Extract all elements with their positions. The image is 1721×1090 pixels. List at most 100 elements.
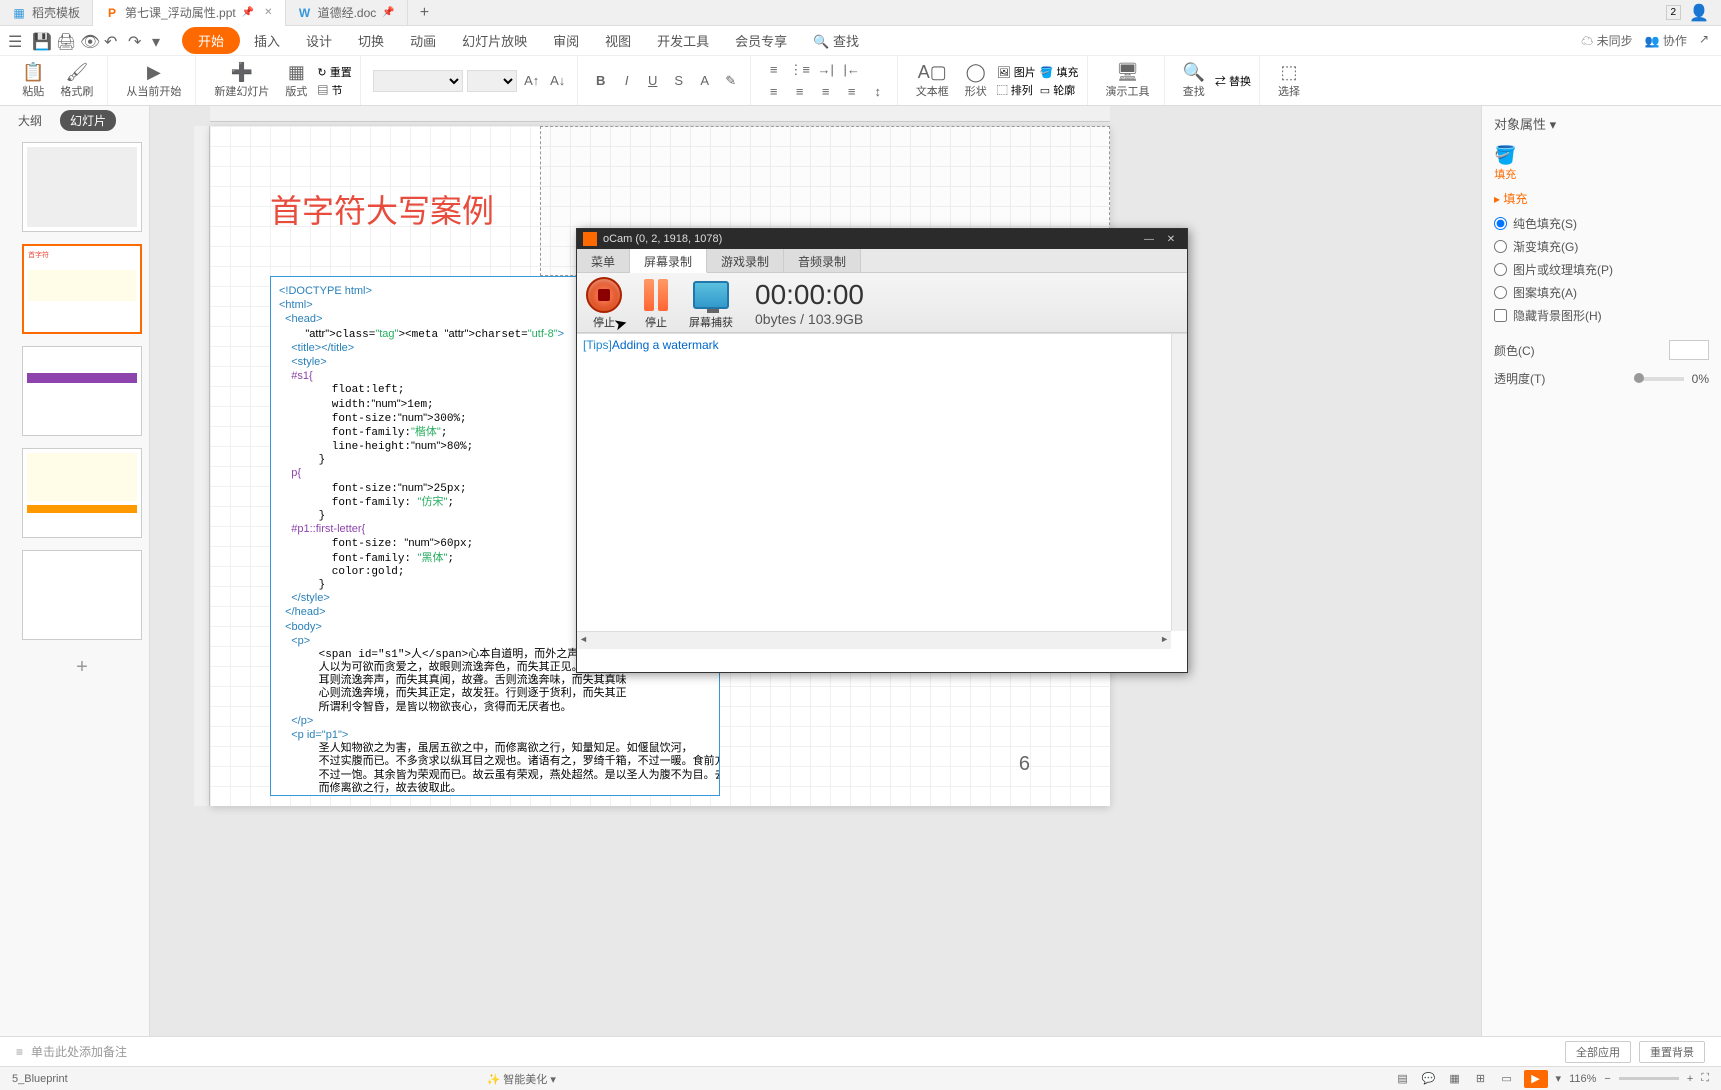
user-avatar-icon[interactable]: 👤 xyxy=(1689,3,1709,23)
indent-icon[interactable]: →| xyxy=(815,60,837,80)
sync-status[interactable]: ☁ 未同步 xyxy=(1581,32,1632,49)
pin-icon[interactable]: 📌 xyxy=(382,7,394,18)
undo-icon[interactable]: ↶ xyxy=(104,32,122,50)
slide-title[interactable]: 首字符大写案例 xyxy=(270,186,494,232)
new-slide-button[interactable]: ➕新建幻灯片 xyxy=(208,60,275,101)
outline-tab-slides[interactable]: 幻灯片 xyxy=(60,110,116,131)
bullet-list-icon[interactable]: ≡ xyxy=(763,60,785,80)
highlight-icon[interactable]: ✎ xyxy=(720,71,742,91)
ribbon-tab-slideshow[interactable]: 幻灯片放映 xyxy=(450,27,539,54)
fill-gradient-radio[interactable]: 渐变填充(G) xyxy=(1494,238,1709,255)
ocam-tab-game[interactable]: 游戏录制 xyxy=(707,249,784,272)
minimize-icon[interactable]: — xyxy=(1139,231,1159,247)
ocam-tab-menu[interactable]: 菜单 xyxy=(577,249,630,272)
fill-solid-radio[interactable]: 纯色填充(S) xyxy=(1494,215,1709,232)
ribbon-tab-start[interactable]: 开始 xyxy=(182,27,240,54)
outline-button[interactable]: ▭ 轮廓 xyxy=(1040,82,1075,98)
status-blueprint[interactable]: 5_Blueprint xyxy=(12,1073,68,1085)
ribbon-tab-insert[interactable]: 插入 xyxy=(242,27,292,54)
notes-toggle-icon[interactable]: ▤ xyxy=(1394,1070,1412,1088)
ocam-tab-audio[interactable]: 音频录制 xyxy=(784,249,861,272)
zoom-slider[interactable] xyxy=(1619,1077,1679,1080)
line-spacing-icon[interactable]: ↕ xyxy=(867,82,889,102)
ocam-tips-link[interactable]: Adding a watermark xyxy=(612,338,719,352)
close-icon[interactable]: ✕ xyxy=(264,7,272,18)
replace-button[interactable]: ⇄ 替换 xyxy=(1215,73,1251,89)
play-from-current-button[interactable]: ▶从当前开始 xyxy=(120,60,187,101)
slideshow-button[interactable]: ▶ xyxy=(1524,1070,1548,1088)
ocam-capture-button[interactable]: 屏幕捕获 xyxy=(689,276,733,330)
tab-daoke-template[interactable]: ▦ 稻壳模板 xyxy=(0,0,93,26)
zoom-in-icon[interactable]: + xyxy=(1687,1073,1693,1085)
number-list-icon[interactable]: ⋮≡ xyxy=(789,60,811,80)
strikethrough-icon[interactable]: S xyxy=(668,71,690,91)
slide-thumbnail[interactable] xyxy=(22,448,142,538)
badge-count[interactable]: 2 xyxy=(1666,5,1682,20)
font-size-select[interactable] xyxy=(467,70,517,92)
fill-section-header[interactable]: ▸ 填充 xyxy=(1494,190,1709,207)
reset-bg-button[interactable]: 重置背景 xyxy=(1639,1041,1705,1063)
ribbon-tab-view[interactable]: 视图 xyxy=(593,27,643,54)
menu-icon[interactable]: ☰ xyxy=(8,32,26,50)
redo-icon[interactable]: ↷ xyxy=(128,32,146,50)
italic-icon[interactable]: I xyxy=(616,71,638,91)
fit-window-icon[interactable]: ⛶ xyxy=(1701,1072,1709,1085)
justify-icon[interactable]: ≡ xyxy=(841,82,863,102)
slide-thumbnail[interactable]: 首字符 xyxy=(22,244,142,334)
fill-button[interactable]: 🪣 填充 xyxy=(1040,64,1079,80)
comments-icon[interactable]: 💬 xyxy=(1420,1070,1438,1088)
notes-bar[interactable]: ≡ 单击此处添加备注 全部应用 重置背景 xyxy=(0,1036,1721,1066)
ribbon-tab-animation[interactable]: 动画 xyxy=(398,27,448,54)
close-icon[interactable]: ✕ xyxy=(1161,231,1181,247)
ocam-titlebar[interactable]: oCam (0, 2, 1918, 1078) — ✕ xyxy=(577,229,1187,249)
smart-beautify-button[interactable]: ✨ 智能美化 ▾ xyxy=(487,1074,556,1086)
zoom-value[interactable]: 116% xyxy=(1569,1073,1596,1085)
dropdown-icon[interactable]: ▾ xyxy=(152,32,170,50)
sorter-view-icon[interactable]: ⊞ xyxy=(1472,1070,1490,1088)
slide-thumbnail[interactable] xyxy=(22,550,142,640)
align-left-icon[interactable]: ≡ xyxy=(763,82,785,102)
pin-icon[interactable]: 📌 xyxy=(242,7,254,18)
demo-tools-button[interactable]: 🖥演示工具 xyxy=(1100,60,1156,101)
font-color-icon[interactable]: A xyxy=(694,71,716,91)
ribbon-tab-member[interactable]: 会员专享 xyxy=(723,27,799,54)
reset-button[interactable]: ↻ 重置 xyxy=(317,64,351,80)
share-icon[interactable]: ↗ xyxy=(1699,32,1709,49)
decrease-font-icon[interactable]: A↓ xyxy=(547,71,569,91)
save-icon[interactable]: 💾 xyxy=(32,32,50,50)
outline-tab-outline[interactable]: 大纲 xyxy=(8,110,52,131)
fill-pattern-radio[interactable]: 图案填充(A) xyxy=(1494,284,1709,301)
color-picker[interactable] xyxy=(1669,340,1709,360)
arrange-button[interactable]: ⬚ 排列 xyxy=(997,82,1033,98)
slideshow-dropdown-icon[interactable]: ▾ xyxy=(1556,1072,1562,1085)
notes-placeholder[interactable]: 单击此处添加备注 xyxy=(31,1043,127,1060)
paste-button[interactable]: 📋粘贴 xyxy=(16,60,50,101)
font-family-select[interactable] xyxy=(373,70,463,92)
ribbon-tab-design[interactable]: 设计 xyxy=(294,27,344,54)
opacity-slider[interactable] xyxy=(1634,377,1684,381)
add-tab-button[interactable]: + xyxy=(408,4,441,22)
ocam-tab-screen[interactable]: 屏幕录制 xyxy=(630,249,707,273)
slide-thumbnail[interactable] xyxy=(22,346,142,436)
layout-button[interactable]: ▦版式 xyxy=(279,60,313,101)
fill-picture-radio[interactable]: 图片或纹理填充(P) xyxy=(1494,261,1709,278)
find-button[interactable]: 🔍查找 xyxy=(1177,60,1211,101)
print-icon[interactable]: 🖨 xyxy=(56,32,74,50)
increase-font-icon[interactable]: A↑ xyxy=(521,71,543,91)
ribbon-tab-devtools[interactable]: 开发工具 xyxy=(645,27,721,54)
picture-button[interactable]: 🖼 图片 xyxy=(997,64,1036,80)
add-slide-button[interactable]: + xyxy=(22,652,142,682)
align-right-icon[interactable]: ≡ xyxy=(815,82,837,102)
outdent-icon[interactable]: |← xyxy=(841,60,863,80)
hide-bg-checkbox[interactable]: 隐藏背景图形(H) xyxy=(1494,307,1709,324)
thumbnail-list[interactable]: 首字符 + xyxy=(0,134,149,1036)
bold-icon[interactable]: B xyxy=(590,71,612,91)
tab-ppt-document[interactable]: P 第七课_浮动属性.ppt 📌 ✕ xyxy=(93,0,286,26)
slide-thumbnail[interactable] xyxy=(22,142,142,232)
ocam-pause-button[interactable]: 停止 xyxy=(637,276,675,330)
collab-button[interactable]: 👥 协作 xyxy=(1645,32,1687,49)
fill-tab-button[interactable]: 🪣填充 xyxy=(1494,145,1516,182)
ocam-vscrollbar[interactable] xyxy=(1171,334,1187,631)
align-center-icon[interactable]: ≡ xyxy=(789,82,811,102)
ocam-hscrollbar[interactable]: ◄ ► xyxy=(577,631,1171,649)
